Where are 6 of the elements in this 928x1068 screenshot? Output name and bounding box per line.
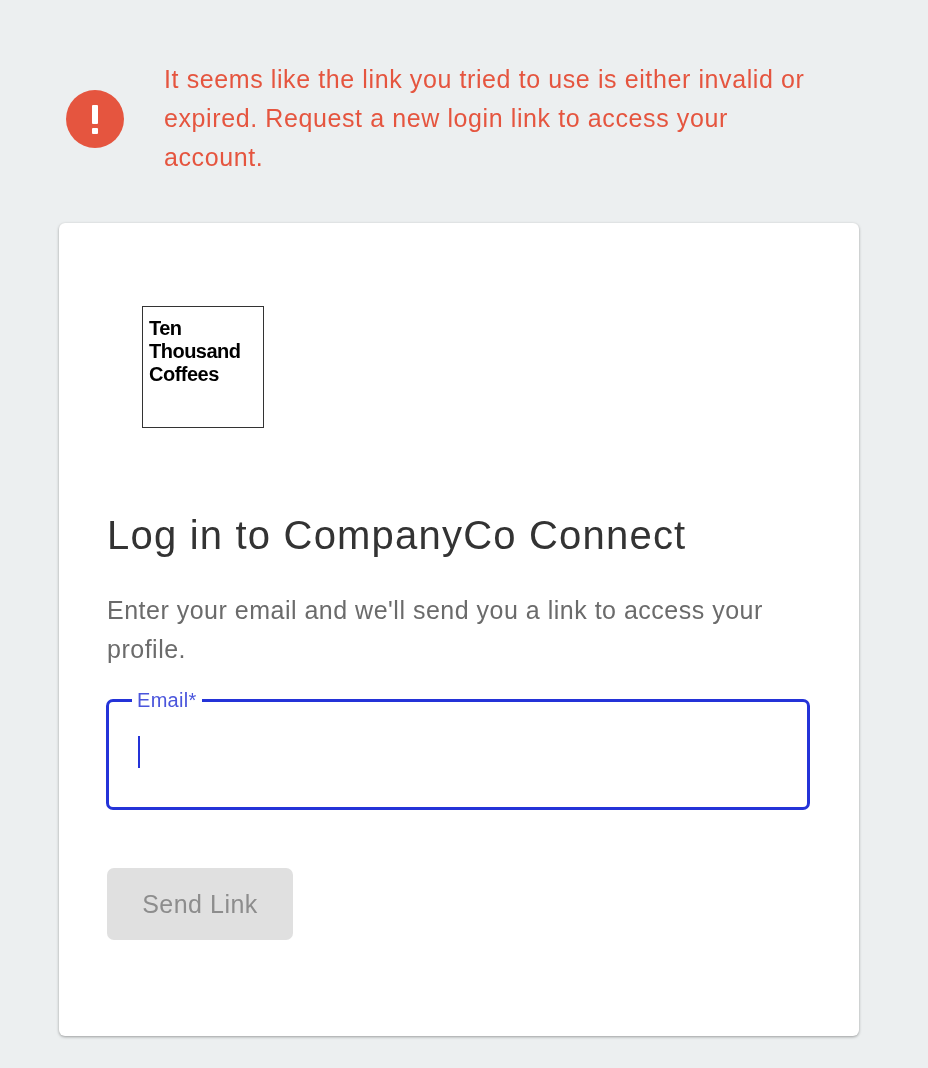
logo: Ten Thousand Coffees: [142, 306, 264, 428]
login-description: Enter your email and we'll send you a link to access your profile.: [107, 595, 764, 665]
login-title: Log in to CompanyCo Connect: [107, 512, 688, 558]
email-field[interactable]: Email*: [106, 689, 810, 810]
error-message: It seems like the link you tried to use is either invalid or expired. Request a new login link to access your account.: [164, 64, 806, 173]
text-cursor-icon: [138, 736, 140, 768]
